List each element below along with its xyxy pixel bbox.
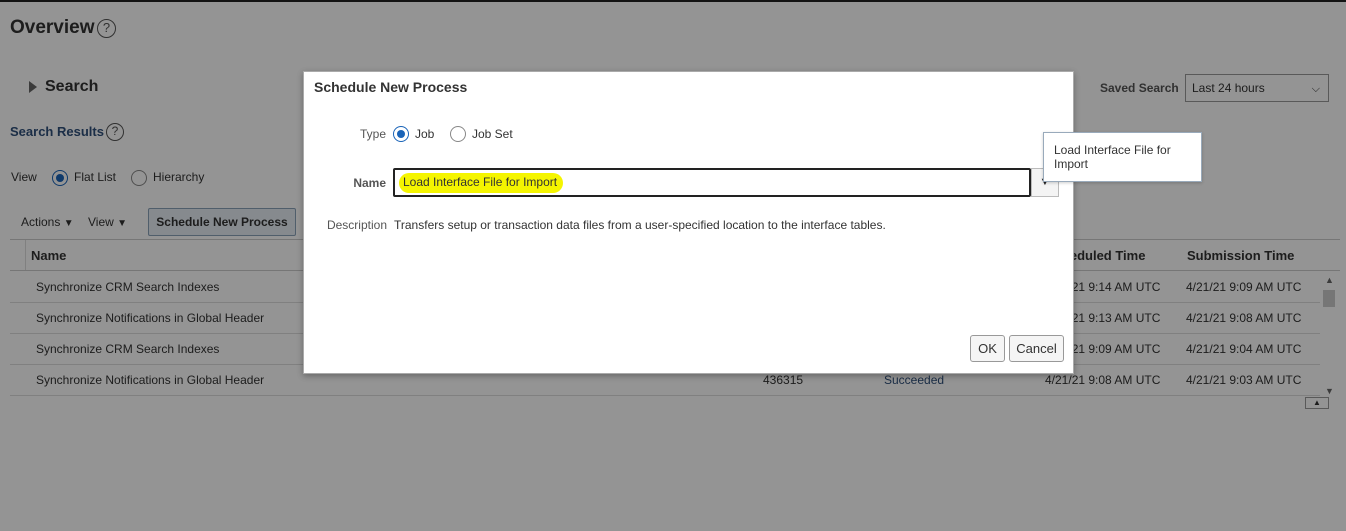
description-label: Description (326, 218, 387, 232)
dialog-title: Schedule New Process (314, 79, 468, 95)
type-job-label: Job (415, 127, 435, 141)
type-label: Type (359, 127, 386, 141)
type-job-set-label: Job Set (472, 127, 513, 141)
name-label: Name (353, 176, 386, 190)
name-input-value: Load Interface File for Import (399, 173, 564, 193)
type-job-set-radio[interactable] (450, 126, 466, 142)
ok-button[interactable]: OK (970, 335, 1005, 362)
schedule-new-process-dialog: Schedule New Process Type Job Job Set Na… (303, 71, 1074, 374)
name-input[interactable]: Load Interface File for Import (393, 168, 1031, 197)
cancel-button[interactable]: Cancel (1009, 335, 1064, 362)
name-tooltip: Load Interface File for Import (1043, 132, 1202, 182)
description-text: Transfers setup or transaction data file… (394, 218, 886, 232)
type-job-radio[interactable] (393, 126, 409, 142)
